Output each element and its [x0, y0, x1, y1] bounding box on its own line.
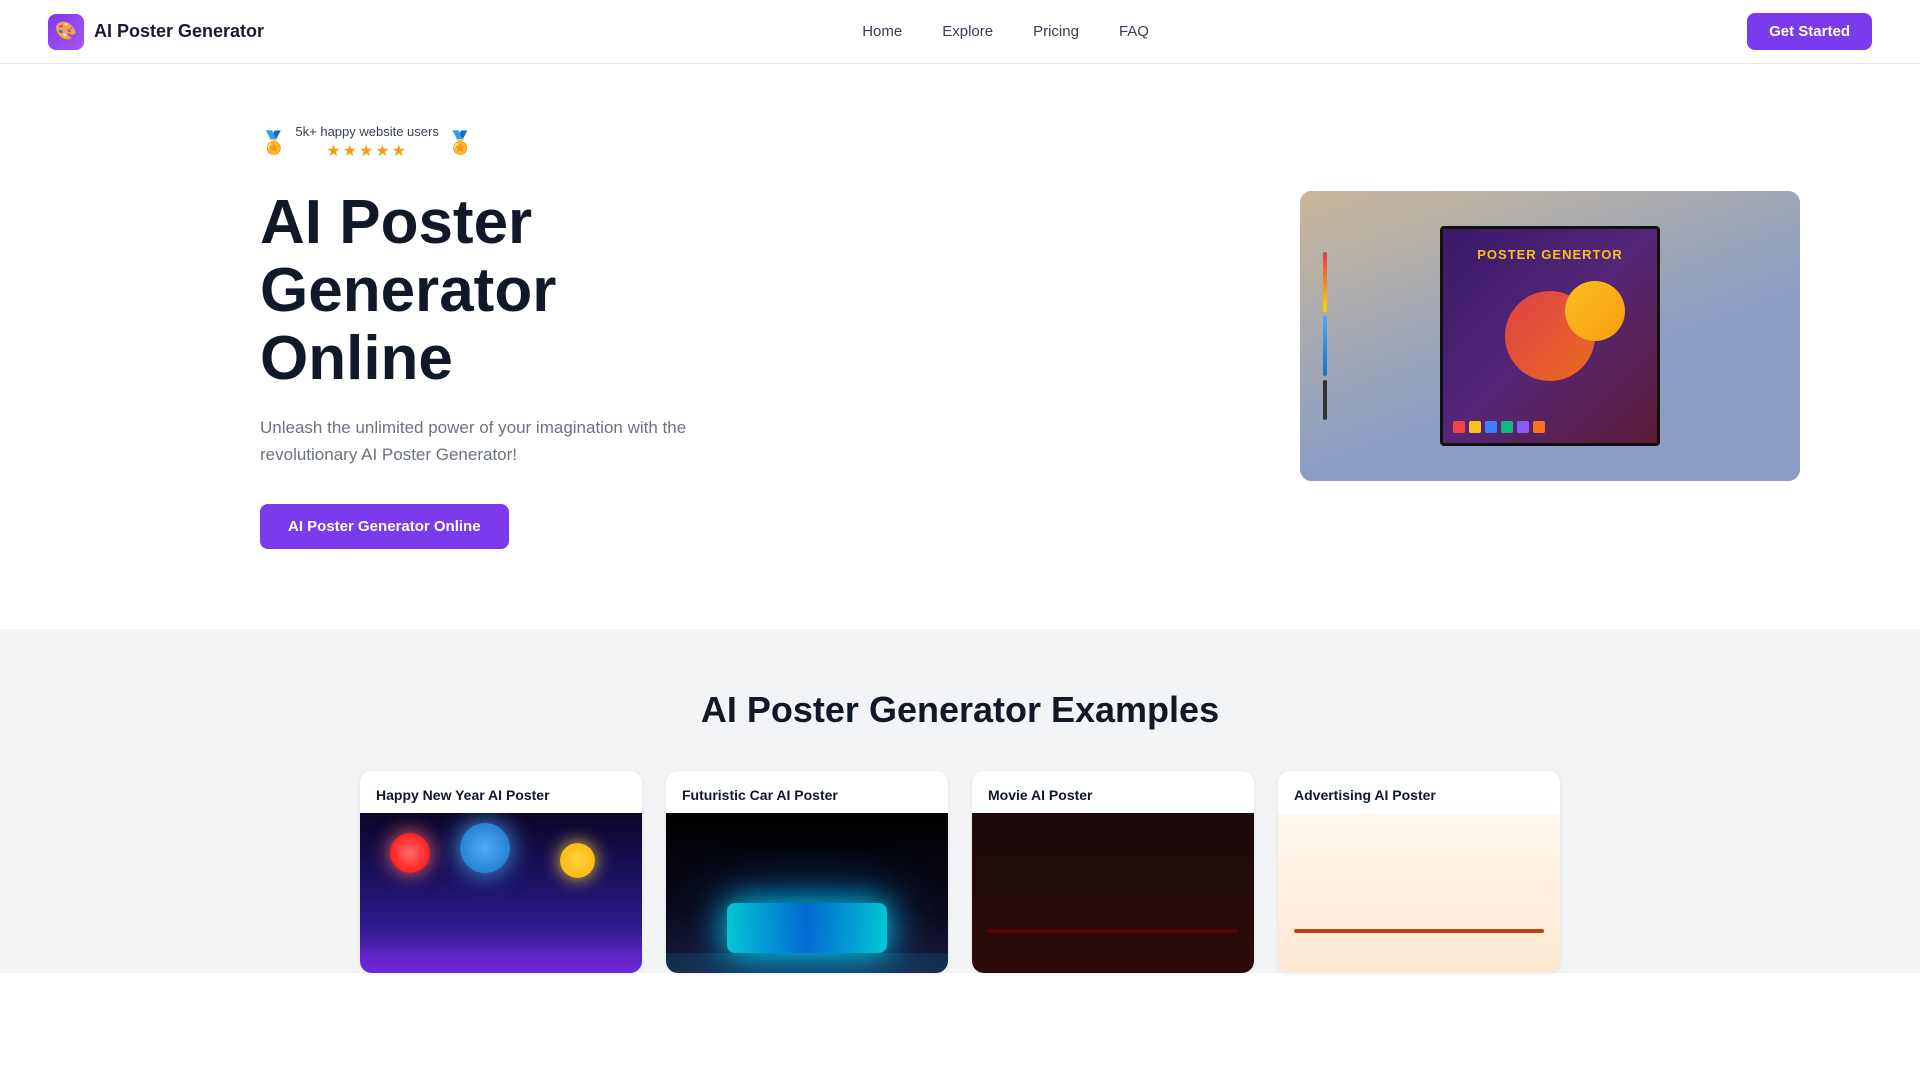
navbar: 🎨 AI Poster Generator Home Explore Prici…	[0, 0, 1920, 64]
swatch-red	[1453, 421, 1465, 433]
firework-2	[460, 823, 510, 873]
card-title-car: Futuristic Car AI Poster	[666, 771, 948, 813]
hero-cta-button[interactable]: AI Poster Generator Online	[260, 504, 509, 549]
poster-canvas: POSTER GENERTOR	[1440, 226, 1660, 446]
example-card-car: Futuristic Car AI Poster	[666, 771, 948, 973]
examples-section: AI Poster Generator Examples Happy New Y…	[0, 629, 1920, 973]
ad-bar	[1294, 929, 1544, 933]
badge-users-count: 5k+ happy website users	[295, 124, 438, 139]
nav-home[interactable]: Home	[862, 23, 902, 40]
laurel-left: 🏅	[260, 130, 287, 156]
swatch-blue	[1485, 421, 1497, 433]
example-card-advertising: Advertising AI Poster	[1278, 771, 1560, 973]
poster-circles	[1505, 291, 1595, 381]
card-image-car	[666, 813, 948, 973]
laurel-right: 🏅	[447, 130, 474, 156]
color-swatches	[1453, 421, 1647, 433]
swatch-orange	[1533, 421, 1545, 433]
example-card-movie: Movie AI Poster	[972, 771, 1254, 973]
nav-pricing[interactable]: Pricing	[1033, 23, 1079, 40]
nav-faq[interactable]: FAQ	[1119, 23, 1149, 40]
hero-image-inner: POSTER GENERTOR	[1300, 191, 1800, 481]
card-title-movie: Movie AI Poster	[972, 771, 1254, 813]
pencil-2	[1323, 316, 1327, 376]
social-proof-badge: 🏅 5k+ happy website users ★★★★★ 🏅	[260, 124, 474, 161]
hero-title: AI Poster Generator Online	[260, 189, 720, 394]
logo-icon: 🎨	[48, 14, 84, 50]
badge-text: 5k+ happy website users ★★★★★	[295, 124, 438, 161]
pencil-3	[1323, 380, 1327, 420]
hero-left: 🏅 5k+ happy website users ★★★★★ 🏅 AI Pos…	[260, 124, 720, 549]
firework-glow-base	[360, 943, 642, 973]
movie-bar	[988, 929, 1238, 933]
card-image-movie	[972, 813, 1254, 973]
hero-right: POSTER GENERTOR	[720, 191, 1800, 481]
hero-image: POSTER GENERTOR	[1300, 191, 1800, 481]
star-rating: ★★★★★	[326, 141, 408, 161]
card-image-new-year	[360, 813, 642, 973]
swatch-purple	[1517, 421, 1529, 433]
hero-subtitle: Unleash the unlimited power of your imag…	[260, 414, 720, 468]
car-floor	[666, 953, 948, 973]
circle-yellow	[1565, 281, 1625, 341]
examples-title: AI Poster Generator Examples	[48, 689, 1872, 731]
nav-links: Home Explore Pricing FAQ	[862, 23, 1149, 40]
logo-emoji: 🎨	[55, 21, 77, 42]
logo-text: AI Poster Generator	[94, 21, 264, 42]
firework-3	[560, 843, 595, 878]
card-title-new-year: Happy New Year AI Poster	[360, 771, 642, 813]
get-started-button[interactable]: Get Started	[1747, 13, 1872, 50]
pencil-1	[1323, 252, 1327, 312]
tools-left	[1310, 191, 1340, 481]
hero-section: 🏅 5k+ happy website users ★★★★★ 🏅 AI Pos…	[0, 64, 1920, 629]
examples-grid: Happy New Year AI Poster Futuristic Car …	[360, 771, 1560, 973]
swatch-yellow	[1469, 421, 1481, 433]
nav-logo: 🎨 AI Poster Generator	[48, 14, 264, 50]
swatch-green	[1501, 421, 1513, 433]
card-title-advertising: Advertising AI Poster	[1278, 771, 1560, 813]
poster-canvas-title: POSTER GENERTOR	[1443, 247, 1657, 262]
card-image-advertising	[1278, 813, 1560, 973]
nav-explore[interactable]: Explore	[942, 23, 993, 40]
firework-1	[390, 833, 430, 873]
car-glow	[727, 903, 887, 953]
example-card-new-year: Happy New Year AI Poster	[360, 771, 642, 973]
